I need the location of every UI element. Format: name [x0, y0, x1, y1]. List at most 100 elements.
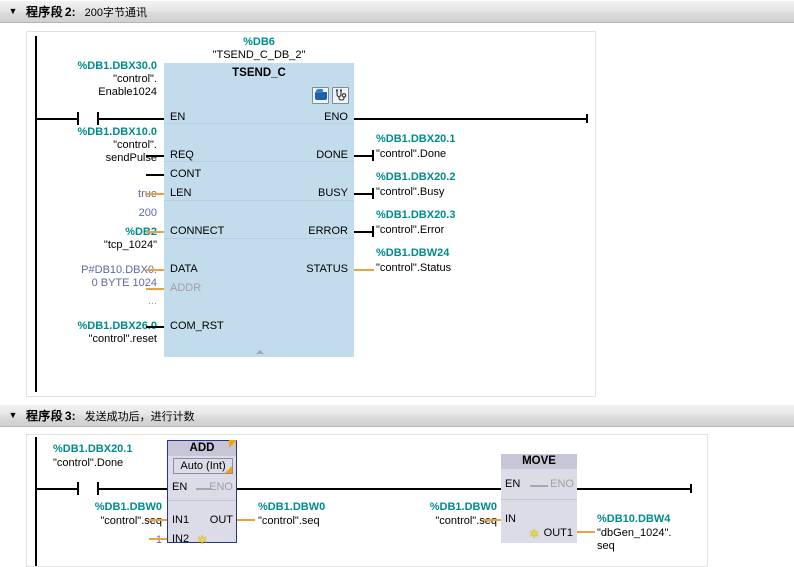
add-block-name: ADD: [168, 441, 236, 456]
com-rst-address: %DB1.DBX26.0: [77, 320, 157, 332]
wire-error-tick: [372, 226, 374, 237]
chevron-down-icon[interactable]: ▼: [0, 411, 26, 420]
network-3-canvas[interactable]: %DB1.DBX20.1 "control".Done ADD Auto (In…: [26, 434, 708, 567]
tsend-instance-db-address: %DB6: [243, 36, 275, 48]
data-literal-line1: P#DB10.DBX0.: [81, 264, 157, 276]
tsend-instance-db-name: "TSEND_C_DB_2": [212, 49, 306, 61]
add-pin-out[interactable]: OUT: [193, 514, 233, 526]
chevron-down-icon[interactable]: ▼: [0, 7, 26, 16]
tsend-pin-connect[interactable]: CONNECT: [170, 225, 224, 237]
en-contact-symbol-line1: "control".: [113, 73, 157, 85]
network-3-comment: 发送成功后，进行计数: [84, 410, 195, 423]
add-in1-address: %DB1.DBW0: [94, 501, 162, 513]
diagnostics-icon[interactable]: [332, 87, 349, 104]
add-in2-literal: 1: [155, 534, 162, 546]
move-pin-eno[interactable]: ENO: [534, 478, 574, 490]
wire-addr: [146, 288, 164, 290]
move-block-name: MOVE: [501, 454, 577, 469]
contact-enable1024[interactable]: [77, 112, 99, 125]
contact-done[interactable]: [77, 482, 99, 495]
add-pin-en[interactable]: EN: [172, 481, 187, 493]
wire-busy: [354, 193, 374, 195]
rung-wire-end: [577, 488, 692, 490]
error-address: %DB1.DBX20.3: [376, 209, 456, 221]
tsend-pin-cont[interactable]: CONT: [170, 168, 201, 180]
pin-divider: [164, 238, 354, 239]
wire-in2: [149, 538, 167, 540]
status-symbol: "control".Status: [376, 262, 452, 274]
add-in1-symbol: "control".seq: [100, 515, 162, 527]
add-out-symbol: "control".seq: [258, 515, 320, 527]
wire-req: [146, 155, 164, 157]
move-out1-symbol-line1: "dbGen_1024".: [597, 527, 672, 539]
tsend-pin-en[interactable]: EN: [170, 111, 185, 123]
done-address: %DB1.DBX20.1: [376, 133, 456, 145]
cont-literal: true: [27, 188, 157, 201]
add-block-mode-selector[interactable]: Auto (Int): [173, 458, 233, 474]
rung-end-marker: [586, 114, 588, 123]
add-out-address: %DB1.DBW0: [258, 501, 326, 513]
tsend-pin-req[interactable]: REQ: [170, 149, 194, 161]
power-rail: [35, 437, 37, 566]
en-contact-address: %DB1.DBX30.0: [77, 60, 157, 72]
tsend-pin-com-rst[interactable]: COM_RST: [170, 320, 224, 332]
wire-connect: [146, 231, 164, 233]
add-parameter-star-icon[interactable]: ✲: [197, 534, 207, 546]
move-pin-out1[interactable]: OUT1: [533, 527, 573, 539]
done-symbol: "control".Done: [376, 148, 447, 160]
add-block[interactable]: ADD Auto (Int) EN ENO IN1 OUT IN2 ✲: [167, 440, 237, 546]
add-block-mode-label: Auto (Int): [180, 460, 226, 472]
tsend-pin-error[interactable]: ERROR: [258, 225, 348, 237]
pin-divider: [168, 500, 236, 501]
wire-move-in: [483, 519, 501, 521]
rung-wire-to-add: [99, 488, 167, 490]
block-collapse-icon[interactable]: [256, 350, 264, 354]
wire-done-tick: [372, 150, 374, 161]
req-symbol-line2: sendPulse: [105, 152, 157, 164]
add-parameter-star-icon[interactable]: ✲: [529, 528, 539, 540]
tsend-pin-eno[interactable]: ENO: [258, 111, 348, 123]
add-pin-in2[interactable]: IN2: [172, 533, 189, 545]
tsend-pin-data[interactable]: DATA: [170, 263, 198, 275]
network-3-number: 3: [64, 408, 72, 423]
req-address: %DB1.DBX10.0: [77, 126, 157, 138]
status-address: %DB1.DBW24: [376, 247, 450, 259]
tsend-pin-done[interactable]: DONE: [258, 149, 348, 161]
pin-divider: [501, 499, 577, 500]
network-2-comment: 200字节通讯: [84, 6, 147, 19]
network-2-number: 2: [64, 4, 72, 19]
wire-eno-out: [354, 118, 588, 120]
network-2-title: 程序段: [26, 5, 63, 19]
busy-symbol: "control".Busy: [376, 186, 445, 198]
wire-en-eno-internal: [530, 485, 548, 487]
move-pin-in[interactable]: IN: [505, 513, 516, 525]
network-3-header[interactable]: ▼ 程序段 3 : 发送成功后，进行计数: [0, 404, 794, 427]
wire-cont: [146, 174, 164, 176]
pin-divider: [164, 161, 354, 162]
open-block-icon[interactable]: [312, 87, 329, 104]
network-3-colon: :: [71, 408, 76, 423]
move-pin-en[interactable]: EN: [505, 478, 520, 490]
add-pin-in1[interactable]: IN1: [172, 514, 189, 526]
wire-error: [354, 231, 374, 233]
add-block-corner-flag-icon: [229, 440, 237, 448]
tsend-pin-addr[interactable]: ADDR: [170, 282, 201, 294]
tsend-c-block[interactable]: TSEND_C EN REQ CONT LEN CONNECT DATA ADD…: [164, 63, 354, 357]
tsend-pin-len[interactable]: LEN: [170, 187, 191, 199]
tsend-pin-status[interactable]: STATUS: [258, 263, 348, 275]
pin-divider: [164, 123, 354, 124]
move-out1-symbol-line2: seq: [597, 540, 615, 552]
move-out1-address: %DB10.DBW4: [597, 513, 671, 525]
move-block[interactable]: MOVE EN ENO IN OUT1 ✲: [501, 454, 577, 543]
network-2-header[interactable]: ▼ 程序段 2 : 200字节通讯: [0, 0, 794, 23]
network-2-canvas[interactable]: %DB1.DBX30.0 "control". Enable1024 %DB6 …: [26, 31, 596, 397]
network-3-title: 程序段: [26, 409, 63, 423]
wire-move-out1: [577, 531, 595, 533]
en-contact-symbol-line2: Enable1024: [98, 86, 157, 98]
wire-out: [237, 519, 255, 521]
move-in-address: %DB1.DBW0: [429, 501, 497, 513]
add-pin-eno[interactable]: ENO: [193, 481, 233, 493]
move-in-symbol: "control".seq: [435, 515, 497, 527]
tsend-pin-busy[interactable]: BUSY: [258, 187, 348, 199]
wire-done: [354, 155, 374, 157]
